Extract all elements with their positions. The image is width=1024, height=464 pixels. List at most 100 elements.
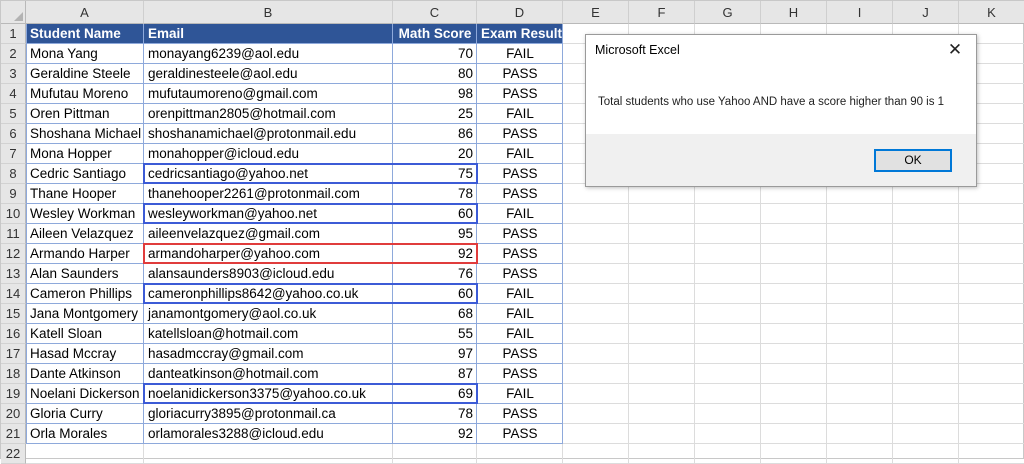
column-header-k[interactable]: K <box>959 1 1024 24</box>
select-all-corner[interactable] <box>1 1 26 24</box>
table-cell[interactable]: Alan Saunders <box>26 264 144 284</box>
table-cell[interactable]: 97 <box>393 344 477 364</box>
table-cell[interactable]: Jana Montgomery <box>26 304 144 324</box>
row-header-6[interactable]: 6 <box>1 124 26 144</box>
table-cell[interactable]: gloriacurry3895@protonmail.ca <box>144 404 393 424</box>
column-header-h[interactable]: H <box>761 1 827 24</box>
table-cell[interactable]: Aileen Velazquez <box>26 224 144 244</box>
row-header-14[interactable]: 14 <box>1 284 26 304</box>
table-cell[interactable]: 86 <box>393 124 477 144</box>
table-cell[interactable]: thanehooper2261@protonmail.com <box>144 184 393 204</box>
row-header-20[interactable]: 20 <box>1 404 26 424</box>
row-header-10[interactable]: 10 <box>1 204 26 224</box>
row-header-17[interactable]: 17 <box>1 344 26 364</box>
column-header-g[interactable]: G <box>695 1 761 24</box>
table-cell[interactable]: FAIL <box>477 324 563 344</box>
table-cell[interactable]: katellsloan@hotmail.com <box>144 324 393 344</box>
table-cell[interactable]: Wesley Workman <box>26 204 144 224</box>
table-cell[interactable]: Orla Morales <box>26 424 144 444</box>
column-header-j[interactable]: J <box>893 1 959 24</box>
table-cell[interactable]: PASS <box>477 364 563 384</box>
row-header-11[interactable]: 11 <box>1 224 26 244</box>
table-cell[interactable]: Katell Sloan <box>26 324 144 344</box>
table-cell[interactable]: 60 <box>393 204 477 224</box>
table-cell[interactable]: Armando Harper <box>26 244 144 264</box>
table-cell[interactable]: PASS <box>477 164 563 184</box>
row-header-16[interactable]: 16 <box>1 324 26 344</box>
table-cell[interactable]: 20 <box>393 144 477 164</box>
table-cell[interactable]: Mona Yang <box>26 44 144 64</box>
table-cell[interactable]: Gloria Curry <box>26 404 144 424</box>
table-cell[interactable]: Dante Atkinson <box>26 364 144 384</box>
table-cell[interactable]: janamontgomery@aol.co.uk <box>144 304 393 324</box>
row-header-15[interactable]: 15 <box>1 304 26 324</box>
table-cell[interactable]: shoshanamichael@protonmail.edu <box>144 124 393 144</box>
table-cell[interactable]: 98 <box>393 84 477 104</box>
ok-button[interactable]: OK <box>874 149 952 172</box>
column-header-i[interactable]: I <box>827 1 893 24</box>
table-cell[interactable]: Geraldine Steele <box>26 64 144 84</box>
table-cell[interactable]: wesleyworkman@yahoo.net <box>144 204 393 224</box>
row-header-12[interactable]: 12 <box>1 244 26 264</box>
table-cell[interactable]: Mona Hopper <box>26 144 144 164</box>
table-cell[interactable]: Cameron Phillips <box>26 284 144 304</box>
table-cell[interactable]: PASS <box>477 264 563 284</box>
row-header-21[interactable]: 21 <box>1 424 26 444</box>
table-cell[interactable]: orenpittman2805@hotmail.com <box>144 104 393 124</box>
table-cell[interactable]: 95 <box>393 224 477 244</box>
row-header-19[interactable]: 19 <box>1 384 26 404</box>
table-cell[interactable]: 75 <box>393 164 477 184</box>
table-cell[interactable]: PASS <box>477 84 563 104</box>
column-header-a[interactable]: A <box>26 1 144 24</box>
table-cell[interactable]: monayang6239@aol.edu <box>144 44 393 64</box>
table-cell[interactable]: 60 <box>393 284 477 304</box>
table-cell[interactable]: 87 <box>393 364 477 384</box>
table-cell[interactable]: PASS <box>477 224 563 244</box>
table-cell[interactable]: danteatkinson@hotmail.com <box>144 364 393 384</box>
table-cell[interactable]: PASS <box>477 184 563 204</box>
table-cell[interactable]: FAIL <box>477 144 563 164</box>
table-cell[interactable]: aileenvelazquez@gmail.com <box>144 224 393 244</box>
table-cell[interactable]: 25 <box>393 104 477 124</box>
table-cell[interactable]: hasadmccray@gmail.com <box>144 344 393 364</box>
table-cell[interactable]: Mufutau Moreno <box>26 84 144 104</box>
table-cell[interactable]: Shoshana Michael <box>26 124 144 144</box>
column-header-e[interactable]: E <box>563 1 629 24</box>
row-header-3[interactable]: 3 <box>1 64 26 84</box>
table-cell[interactable]: geraldinesteele@aol.edu <box>144 64 393 84</box>
table-cell[interactable]: Noelani Dickerson <box>26 384 144 404</box>
table-cell[interactable]: Oren Pittman <box>26 104 144 124</box>
table-cell[interactable]: FAIL <box>477 204 563 224</box>
table-cell[interactable]: mufutaumoreno@gmail.com <box>144 84 393 104</box>
table-cell[interactable]: FAIL <box>477 44 563 64</box>
table-cell[interactable]: FAIL <box>477 384 563 404</box>
table-cell[interactable]: 78 <box>393 404 477 424</box>
table-cell[interactable]: cedricsantiago@yahoo.net <box>144 164 393 184</box>
table-cell[interactable]: FAIL <box>477 304 563 324</box>
row-header-8[interactable]: 8 <box>1 164 26 184</box>
row-header-9[interactable]: 9 <box>1 184 26 204</box>
row-header-22[interactable]: 22 <box>1 444 26 464</box>
row-header-13[interactable]: 13 <box>1 264 26 284</box>
close-icon[interactable]: ✕ <box>942 39 968 61</box>
column-header-d[interactable]: D <box>477 1 563 24</box>
table-cell[interactable]: PASS <box>477 124 563 144</box>
table-cell[interactable]: FAIL <box>477 284 563 304</box>
row-header-18[interactable]: 18 <box>1 364 26 384</box>
table-cell[interactable]: PASS <box>477 424 563 444</box>
row-header-1[interactable]: 1 <box>1 24 26 44</box>
table-cell[interactable]: 55 <box>393 324 477 344</box>
table-cell[interactable]: armandoharper@yahoo.com <box>144 244 393 264</box>
table-cell[interactable]: PASS <box>477 244 563 264</box>
table-cell[interactable]: alansaunders8903@icloud.edu <box>144 264 393 284</box>
column-header-c[interactable]: C <box>393 1 477 24</box>
table-cell[interactable]: PASS <box>477 404 563 424</box>
table-cell[interactable]: Cedric Santiago <box>26 164 144 184</box>
row-header-4[interactable]: 4 <box>1 84 26 104</box>
table-cell[interactable]: orlamorales3288@icloud.edu <box>144 424 393 444</box>
table-cell[interactable]: FAIL <box>477 104 563 124</box>
table-cell[interactable]: noelanidickerson3375@yahoo.co.uk <box>144 384 393 404</box>
table-cell[interactable]: 70 <box>393 44 477 64</box>
table-cell[interactable]: 69 <box>393 384 477 404</box>
row-header-5[interactable]: 5 <box>1 104 26 124</box>
